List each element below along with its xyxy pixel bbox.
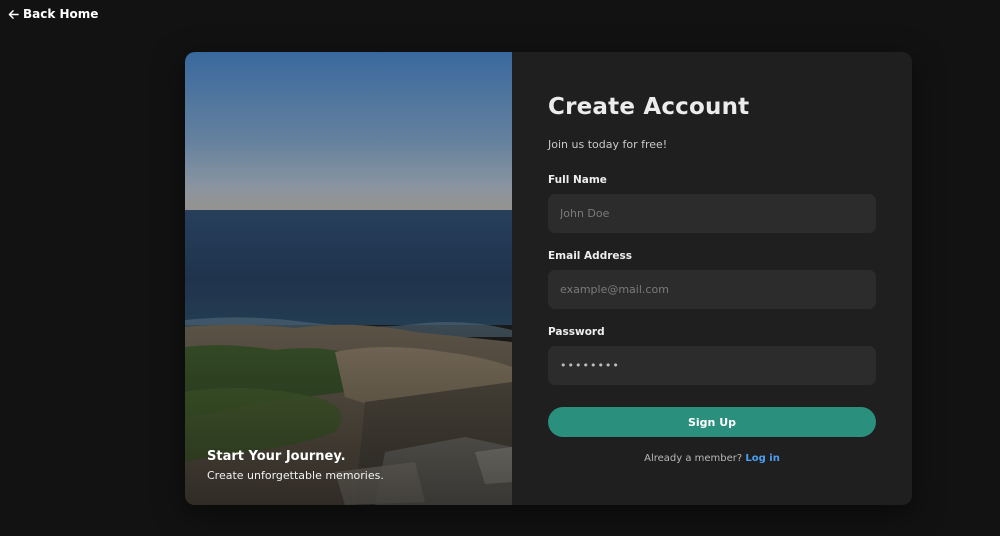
password-label: Password — [548, 326, 605, 338]
password-input[interactable] — [548, 346, 876, 385]
email-input[interactable] — [548, 270, 876, 309]
login-prompt-text: Already a member? — [644, 453, 743, 464]
hero-caption: Start Your Journey. Create unforgettable… — [207, 449, 384, 482]
log-in-link[interactable]: Log in — [745, 453, 779, 464]
full-name-label: Full Name — [548, 174, 607, 186]
signup-form: Create Account Join us today for free! F… — [512, 52, 912, 505]
form-title: Create Account — [548, 94, 750, 120]
full-name-input[interactable] — [548, 194, 876, 233]
login-prompt-row: Already a member? Log in — [548, 453, 876, 464]
email-label: Email Address — [548, 250, 633, 262]
hero-image: Start Your Journey. Create unforgettable… — [185, 52, 512, 505]
form-subtitle: Join us today for free! — [548, 138, 668, 151]
back-home-label: Back Home — [23, 7, 99, 21]
hero-title: Start Your Journey. — [207, 449, 346, 464]
back-home-link[interactable]: Back Home — [8, 6, 98, 22]
hero-subtitle: Create unforgettable memories. — [207, 469, 384, 482]
arrow-left-icon — [8, 9, 19, 19]
signup-card: Start Your Journey. Create unforgettable… — [185, 52, 912, 505]
sign-up-button[interactable]: Sign Up — [548, 407, 876, 437]
coastal-landscape-photo — [185, 52, 512, 505]
